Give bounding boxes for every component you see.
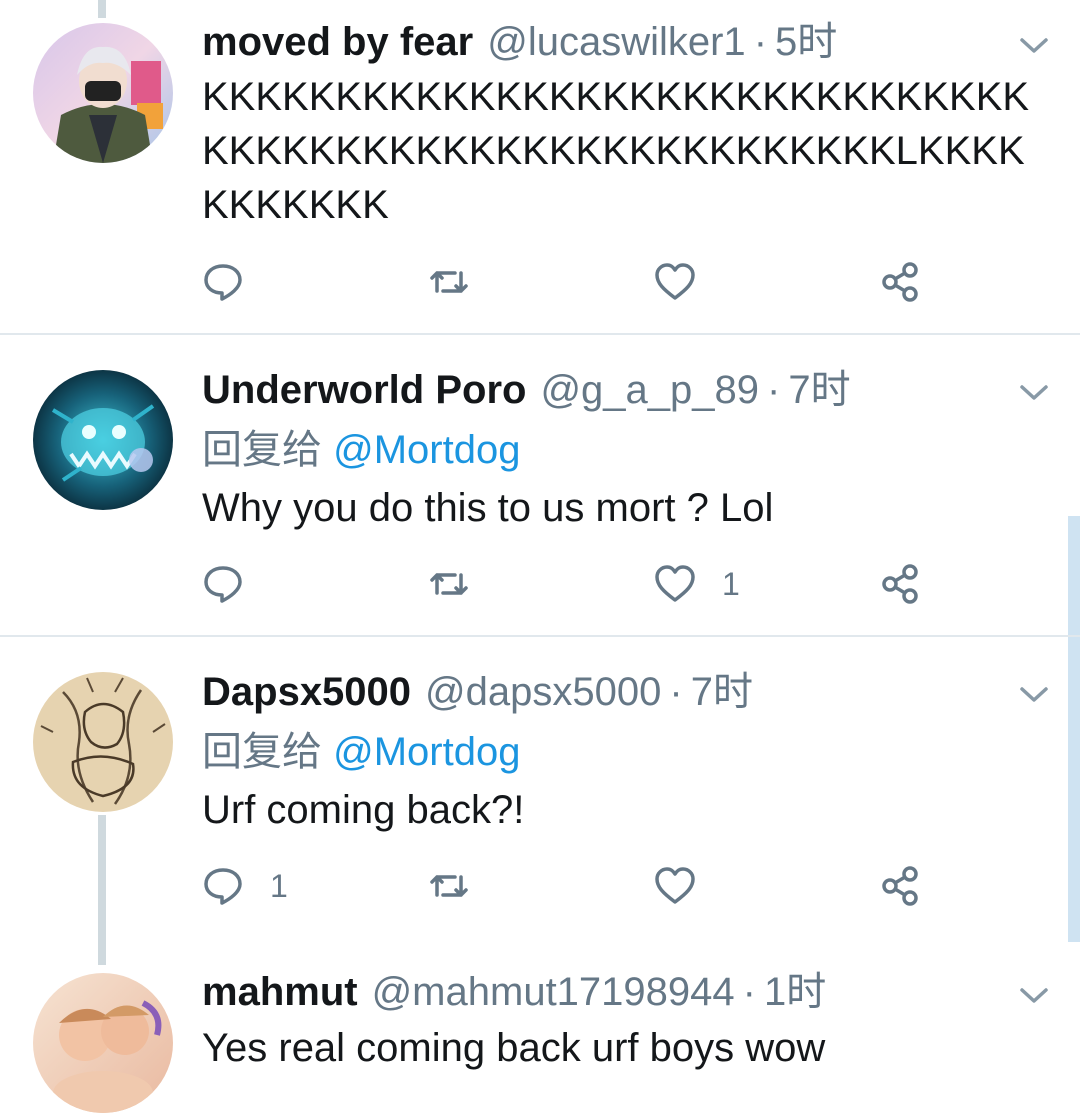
chevron-down-icon[interactable] xyxy=(1018,986,1050,1006)
tweet-text: KKKKKKKKKKKKKKKKKKKKKKKKKKKKKKKKKKKKKKKK… xyxy=(202,75,1030,227)
share-icon xyxy=(882,262,918,302)
display-name[interactable]: Dapsx5000 xyxy=(202,667,411,717)
chevron-down-icon[interactable] xyxy=(1018,36,1050,56)
tweet-2[interactable]: Underworld Poro @g_a_p_89 · 7时 回复给 @Mort… xyxy=(0,335,1080,635)
reply-icon xyxy=(204,566,242,603)
like-icon xyxy=(655,263,695,300)
retweet-icon xyxy=(430,573,468,595)
timestamp[interactable]: 5时 xyxy=(775,17,837,67)
retweet-icon xyxy=(430,875,468,897)
tweet-actions: 1 xyxy=(0,862,1080,910)
display-name[interactable]: Underworld Poro xyxy=(202,365,526,415)
tweet-text: Yes real coming back urf boys wow xyxy=(202,1026,826,1070)
like-icon xyxy=(655,867,695,904)
tweet-actions: 1 xyxy=(0,560,1080,608)
reply-prefix: 回复给 xyxy=(202,730,322,774)
retweet-button[interactable] xyxy=(428,862,470,910)
reply-prefix: 回复给 xyxy=(202,428,322,472)
reply-button[interactable]: 1 xyxy=(202,862,288,910)
username[interactable]: @g_a_p_89 xyxy=(540,365,759,415)
mention-link[interactable]: @Mortdog xyxy=(333,730,520,774)
avatar[interactable] xyxy=(33,973,173,1113)
tweet-3[interactable]: Dapsx5000 @dapsx5000 · 7时 回复给 @Mortdog U… xyxy=(0,637,1080,967)
like-button[interactable]: 1 xyxy=(654,560,740,608)
separator-dot: · xyxy=(669,670,683,714)
tweet-actions xyxy=(0,258,1080,306)
like-count: 1 xyxy=(722,565,740,602)
tweet-header: moved by fear @lucaswilker1 · 5时 xyxy=(202,17,837,67)
username[interactable]: @mahmut17198944 xyxy=(372,967,735,1017)
reply-icon xyxy=(204,264,242,301)
reply-context: 回复给 @Mortdog xyxy=(202,727,520,777)
chevron-down-icon[interactable] xyxy=(1018,685,1050,705)
avatar[interactable] xyxy=(33,23,173,163)
timestamp[interactable]: 7时 xyxy=(788,365,850,415)
share-icon xyxy=(882,564,918,604)
separator-dot: · xyxy=(742,970,756,1014)
tweet-header: Underworld Poro @g_a_p_89 · 7时 xyxy=(202,365,851,415)
avatar[interactable] xyxy=(33,672,173,812)
timestamp[interactable]: 7时 xyxy=(691,667,753,717)
tweet-text: Urf coming back?! xyxy=(202,788,525,832)
retweet-button[interactable] xyxy=(428,258,470,306)
chevron-down-icon[interactable] xyxy=(1018,383,1050,403)
share-button[interactable] xyxy=(880,862,922,910)
like-button[interactable] xyxy=(654,258,722,306)
timestamp[interactable]: 1时 xyxy=(764,967,826,1017)
like-icon xyxy=(655,565,695,602)
share-button[interactable] xyxy=(880,258,922,306)
separator-dot: · xyxy=(767,368,781,412)
mention-link[interactable]: @Mortdog xyxy=(333,428,520,472)
retweet-button[interactable] xyxy=(428,560,470,608)
tweet-text: Why you do this to us mort ? Lol xyxy=(202,486,774,530)
display-name[interactable]: mahmut xyxy=(202,967,358,1017)
username[interactable]: @dapsx5000 xyxy=(425,667,661,717)
reply-icon xyxy=(204,868,242,905)
tweet-1[interactable]: moved by fear @lucaswilker1 · 5时 KKKKKKK… xyxy=(0,0,1080,334)
reply-context: 回复给 @Mortdog xyxy=(202,425,520,475)
share-button[interactable] xyxy=(880,560,922,608)
share-icon xyxy=(882,866,918,906)
reply-count: 1 xyxy=(270,867,288,904)
tweet-header: Dapsx5000 @dapsx5000 · 7时 xyxy=(202,667,753,717)
retweet-icon xyxy=(430,271,468,293)
tweet-header: mahmut @mahmut17198944 · 1时 xyxy=(202,967,826,1017)
avatar[interactable] xyxy=(33,370,173,510)
reply-button[interactable] xyxy=(202,258,270,306)
like-button[interactable] xyxy=(654,862,722,910)
separator-dot: · xyxy=(753,20,768,64)
tweet-4[interactable]: mahmut @mahmut17198944 · 1时 Yes real com… xyxy=(0,967,1080,1113)
username[interactable]: @lucaswilker1 xyxy=(487,17,745,67)
display-name[interactable]: moved by fear xyxy=(202,17,473,67)
reply-button[interactable] xyxy=(202,560,270,608)
